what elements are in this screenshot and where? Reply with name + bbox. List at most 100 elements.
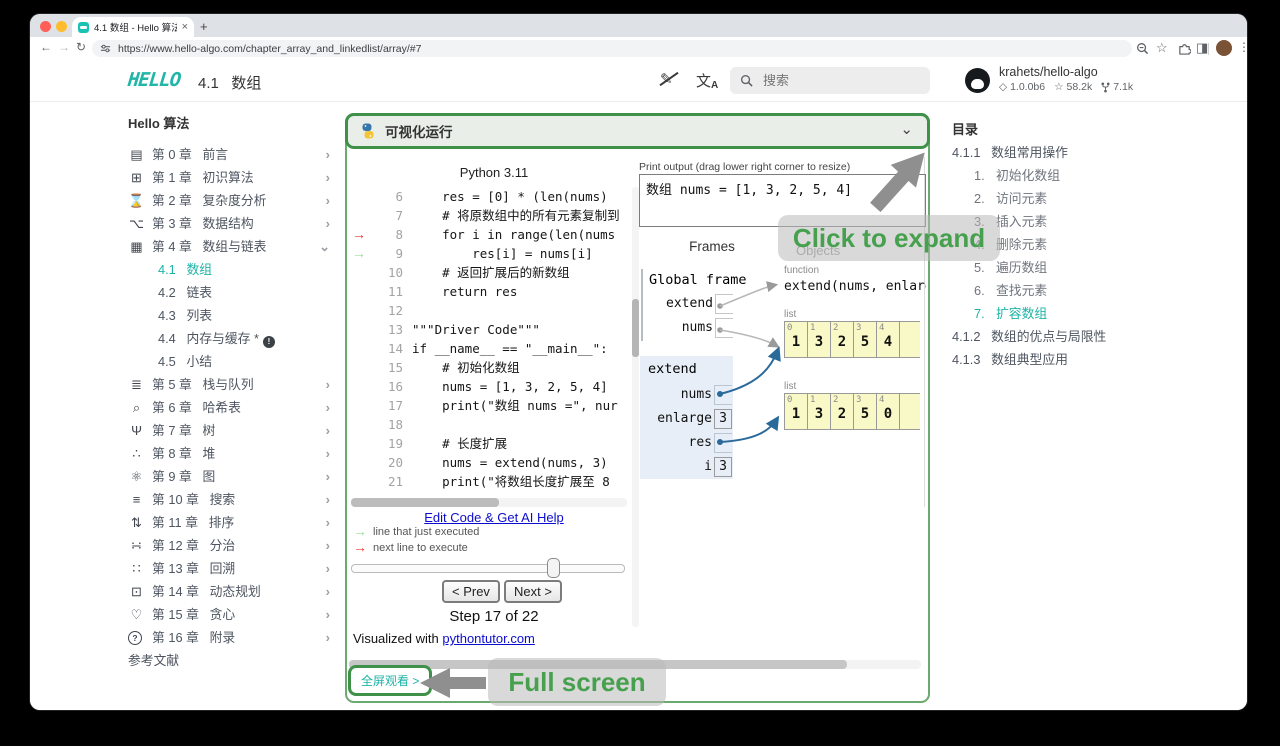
sidebar-item-chapter-16-appendix[interactable]: ?第 16 章 附录› (128, 626, 334, 649)
next-button[interactable]: Next > (504, 580, 562, 603)
chevron-right-icon[interactable]: › (326, 465, 330, 488)
toc-4-1-2[interactable]: 4.1.2 数组的优点与局限性 (952, 325, 1192, 348)
code-vertical-scrollbar-track[interactable] (632, 187, 639, 627)
sidebar-item-section-4-3-list[interactable]: 4.3 列表 (128, 304, 334, 327)
toc-expand-array[interactable]: 7.扩容数组 (952, 302, 1192, 325)
chevron-right-icon[interactable]: › (326, 626, 330, 649)
window-close-button[interactable] (40, 21, 51, 32)
site-settings-icon[interactable] (100, 43, 111, 54)
chevron-right-icon[interactable]: › (326, 557, 330, 580)
visual-run-panel-header[interactable]: 可视化运行 ⌄ (345, 113, 930, 149)
toc-access-element[interactable]: 2.访问元素 (952, 187, 1192, 210)
sidebar-site-title[interactable]: Hello 算法 (128, 111, 334, 137)
github-repo-card[interactable]: krahets/hello-algo ◇1.0.0b6 ☆58.2k 7.1k (965, 65, 1133, 93)
toc-4-1-3[interactable]: 4.1.3 数组典型应用 (952, 348, 1192, 371)
sidebar-item-chapter-8-heap[interactable]: ∴第 8 章 堆› (128, 442, 334, 465)
code-line-13: 13"""Driver Code""" (349, 320, 633, 339)
chevron-down-icon[interactable]: ⌄ (319, 235, 330, 258)
browser-tab[interactable]: 4.1 数组 - Hello 算法 × (72, 17, 194, 37)
sidebar-item-chapter-10-searching[interactable]: ≡第 10 章 搜索› (128, 488, 334, 511)
pythontutor-link[interactable]: pythontutor.com (442, 631, 535, 646)
legend-next-line: →next line to execute (353, 539, 468, 555)
sidebar-item-chapter-12-divide-conquer[interactable]: ∺第 12 章 分治› (128, 534, 334, 557)
new-tab-button[interactable]: + (200, 19, 208, 34)
sidebar-item-chapter-7-tree[interactable]: Ψ第 7 章 树› (128, 419, 334, 442)
tab-close-icon[interactable]: × (182, 21, 188, 33)
sidebar-item-chapter-11-sorting[interactable]: ⇅ 第 11 章 排序 › (128, 511, 334, 534)
step-slider-track[interactable] (351, 564, 625, 573)
toc-find-element[interactable]: 6.查找元素 (952, 279, 1192, 302)
code-line-14: 14if __name__ == "__main__": (349, 339, 633, 358)
list2-cell-clipped (899, 393, 920, 430)
back-icon[interactable]: ← (40, 40, 52, 54)
chevron-right-icon[interactable]: › (326, 166, 330, 189)
code-text: """Driver Code""" (412, 320, 540, 339)
chevron-right-icon[interactable]: › (326, 143, 330, 166)
just-executed-arrow-icon: → (352, 244, 366, 263)
profile-avatar[interactable] (1216, 40, 1232, 56)
side-panel-icon[interactable]: ◨ (1196, 40, 1208, 56)
chevron-right-icon[interactable]: › (326, 442, 330, 465)
sidebar-item-label: 第 11 章 排序 (152, 511, 234, 534)
code-horizontal-scrollbar-thumb[interactable] (351, 498, 499, 507)
chevron-right-icon[interactable]: › (326, 373, 330, 396)
chevron-right-icon[interactable]: › (326, 419, 330, 442)
sidebar-item-chapter-9-graph[interactable]: ⚛第 9 章 图› (128, 465, 334, 488)
site-logo[interactable]: HELLO (127, 69, 182, 91)
variable-name: nums (649, 317, 713, 339)
site-favicon (78, 22, 89, 33)
search-box[interactable] (730, 67, 930, 94)
search-input[interactable] (761, 72, 895, 89)
forward-icon[interactable]: → (58, 40, 70, 54)
bookmark-star-icon[interactable]: ☆ (1156, 40, 1168, 56)
address-bar[interactable]: https://www.hello-algo.com/chapter_array… (92, 40, 1132, 57)
step-slider-handle[interactable] (547, 558, 560, 578)
sidebar-item-chapter-3-data-structures[interactable]: ⌥第 3 章 数据结构› (128, 212, 334, 235)
toc-4-1-1[interactable]: 4.1.1 数组常用操作 (952, 141, 1192, 164)
sidebar-item-chapter-15-greedy[interactable]: ♡第 15 章 贪心› (128, 603, 334, 626)
chevron-right-icon[interactable]: › (326, 580, 330, 603)
chevron-right-icon[interactable]: › (326, 189, 330, 212)
chevron-right-icon[interactable]: › (326, 396, 330, 419)
chevron-right-icon[interactable]: › (326, 212, 330, 235)
sidebar-item-section-4-1-array[interactable]: 4.1 数组 (128, 258, 334, 281)
sidebar-item-chapter-6-hash-table[interactable]: ⌕第 6 章 哈希表› (128, 396, 334, 419)
chevron-down-icon[interactable]: ⌄ (900, 120, 913, 138)
toc-init-array[interactable]: 1.初始化数组 (952, 164, 1192, 187)
sidebar-item-chapter-14-dynamic-programming[interactable]: ⊡第 14 章 动态规划› (128, 580, 334, 603)
sidebar-item-label: 第 14 章 动态规划 (152, 580, 261, 603)
list1-kind-label: list (784, 309, 796, 320)
sidebar-item-label: 第 10 章 搜索 (152, 488, 235, 511)
chevron-right-icon[interactable]: › (326, 488, 330, 511)
chapter-0-preface-icon: ▤ (128, 143, 145, 166)
sidebar-item-chapter-2-complexity[interactable]: ⌛第 2 章 复杂度分析› (128, 189, 334, 212)
code-line-8: →8 for i in range(len(nums (349, 225, 633, 244)
sidebar-item-section-4-2-linked-list[interactable]: 4.2 链表 (128, 281, 334, 304)
browser-tab-strip: 4.1 数组 - Hello 算法 × + (30, 14, 1247, 37)
chevron-right-icon[interactable]: › (326, 511, 330, 534)
language-icon[interactable]: 文A (696, 70, 718, 91)
chapter-11-sorting-icon: ⇅ (128, 511, 145, 534)
chevron-right-icon[interactable]: › (326, 603, 330, 626)
variable-name: nums (648, 384, 712, 406)
sidebar-item-section-4-4-memory-cache[interactable]: 4.4 内存与缓存 *! (128, 327, 334, 350)
theme-toggle-icon[interactable]: ✎ (660, 70, 673, 88)
menu-icon[interactable]: ⋮ (1238, 40, 1247, 54)
extensions-icon[interactable] (1178, 42, 1191, 55)
prev-button[interactable]: < Prev (442, 580, 500, 603)
sidebar-item-chapter-4-array-linkedlist[interactable]: ▦第 4 章 数组与链表⌄ (128, 235, 334, 258)
reload-icon[interactable]: ↻ (76, 40, 86, 54)
chevron-right-icon[interactable]: › (326, 534, 330, 557)
sidebar-item-section-4-5-summary[interactable]: 4.5 小结 (128, 350, 334, 373)
sidebar-item-chapter-5-stack-queue[interactable]: ≣第 5 章 栈与队列› (128, 373, 334, 396)
zoom-icon[interactable] (1136, 42, 1149, 55)
code-vertical-scrollbar-thumb[interactable] (632, 299, 639, 357)
extend-frame-label: extend (648, 361, 733, 384)
sidebar-item-references[interactable]: 参考文献 (128, 649, 334, 672)
code-text: # 长度扩展 (412, 434, 507, 453)
sidebar-item-chapter-1-intro-to-algorithms[interactable]: ⊞第 1 章 初识算法› (128, 166, 334, 189)
code-listing: 6 res = [0] * (len(nums)7 # 将原数组中的所有元素复制… (349, 187, 633, 491)
sidebar-item-chapter-13-backtracking[interactable]: ∷第 13 章 回溯› (128, 557, 334, 580)
window-minimize-button[interactable] (56, 21, 67, 32)
sidebar-item-chapter-0-preface[interactable]: ▤第 0 章 前言› (128, 143, 334, 166)
